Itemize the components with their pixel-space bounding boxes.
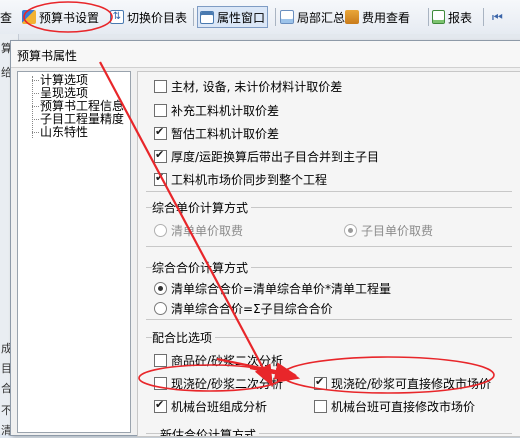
checkbox-label: 主材, 设备, 未计价材料计取价差 (171, 80, 343, 94)
switch-price-list-label: 切换价目表 (127, 10, 188, 25)
report-icon (432, 10, 445, 24)
radio-circle[interactable] (154, 302, 167, 315)
checkbox-label: 现浇砼/砂浆可直接修改市场价 (331, 377, 492, 391)
radio-total-by-sum[interactable]: 清单综合合价=Σ子目综合合价 (154, 300, 333, 317)
dialog-title: 预算书属性 (17, 49, 78, 63)
switch-price-list-button[interactable]: ⇅ 切换价目表 (110, 7, 187, 27)
checkbox-box[interactable] (154, 354, 167, 367)
report-label: 报表 (448, 10, 473, 25)
checkbox-box[interactable] (154, 148, 167, 163)
first-page-button[interactable]: ⏮ (492, 7, 503, 27)
total-price-group-title: 综合合价计算方式 (152, 259, 252, 276)
checkbox-machine-analysis[interactable]: 机械台班组成分析 (154, 398, 267, 415)
window-icon (200, 10, 214, 24)
checkbox-label: 商品砼/砂浆二次分析 (171, 354, 284, 368)
unit-price-group-title: 综合单价计算方式 (152, 199, 252, 216)
budget-settings-button[interactable]: 预算书设置 (22, 7, 99, 27)
budget-properties-dialog: 预算书属性 计算选项 呈现选项 预算书工程信息 子目工程量精度 山东特性 主材,… (10, 40, 520, 437)
toolbar: 查 预算书设置 ⇅ 切换价目表 属性窗口 局部汇总 费用查看 报表 ⏮ (0, 0, 520, 35)
budget-settings-label: 预算书设置 (39, 10, 100, 25)
dialog-title-bar[interactable]: 预算书属性 (11, 41, 520, 68)
sum-icon (280, 10, 294, 24)
mix-group-title: 配合比选项 (152, 329, 216, 346)
first-page-icon: ⏮ (492, 9, 503, 24)
fee-view-icon (345, 10, 359, 24)
checkbox-machine-edit-price[interactable]: 机械台班可直接修改市场价 (314, 398, 475, 415)
tree-item-shandong-features[interactable]: 山东特性 (40, 126, 88, 139)
checkbox-label: 机械台班可直接修改市场价 (331, 400, 476, 414)
settings-grid-icon (22, 10, 36, 24)
radio-label: 子目单价取费 (361, 224, 434, 238)
toolbar-left-stub-label: 查 (0, 10, 13, 25)
checkbox-merge-subitem[interactable]: 厚度/运距换算后带出子目合并到主子目 (154, 148, 379, 165)
options-tree: 计算选项 呈现选项 预算书工程信息 子目工程量精度 山东特性 (17, 71, 131, 433)
swap-arrows-icon: ⇅ (110, 10, 124, 24)
checkbox-cast-concrete-edit-price[interactable]: 现浇砼/砂浆可直接修改市场价 (314, 375, 491, 392)
partial-summary-button[interactable]: 局部汇总 (280, 7, 345, 27)
partial-summary-label: 局部汇总 (297, 10, 346, 25)
radio-circle[interactable] (344, 224, 357, 237)
radio-label: 清单综合合价=清单综合单价*清单工程量 (171, 282, 392, 296)
checkbox-box[interactable] (154, 80, 167, 93)
radio-circle[interactable] (154, 282, 167, 295)
radio-total-by-quantity[interactable]: 清单综合合价=清单综合单价*清单工程量 (154, 280, 391, 297)
radio-subitem-unit-price[interactable]: 子目单价取费 (344, 222, 433, 239)
calc-options-panel: 主材, 设备, 未计价材料计取价差 补充工料机计取价差 暂估工料机计取价差 厚度… (137, 71, 520, 437)
radio-list-unit-price[interactable]: 清单单价取费 (154, 222, 243, 239)
checkbox-label: 工料机市场价同步到整个工程 (171, 173, 328, 187)
checkbox-provisional-diff[interactable]: 暂估工料机计取价差 (154, 125, 279, 142)
checkbox-supplement-diff[interactable]: 补充工料机计取价差 (154, 102, 279, 119)
property-window-label: 属性窗口 (217, 10, 266, 25)
radio-circle[interactable] (154, 224, 167, 237)
checkbox-box[interactable] (154, 171, 167, 186)
checkbox-label: 暂估工料机计取价差 (171, 127, 280, 141)
checkbox-box[interactable] (314, 400, 327, 413)
checkbox-box[interactable] (314, 375, 327, 390)
checkbox-box[interactable] (154, 125, 167, 140)
checkbox-box[interactable] (154, 104, 167, 117)
checkbox-box[interactable] (154, 398, 167, 413)
checkbox-cast-concrete-analysis[interactable]: 现浇砼/砂浆二次分析 (154, 375, 283, 392)
checkbox-label: 机械台班组成分析 (171, 400, 268, 414)
checkbox-commercial-concrete[interactable]: 商品砼/砂浆二次分析 (154, 352, 283, 369)
next-group-title: 新估合价计算方式 (160, 426, 260, 436)
checkbox-label: 补充工料机计取价差 (171, 104, 280, 118)
fee-view-label: 费用查看 (362, 10, 411, 25)
radio-label: 清单单价取费 (171, 224, 244, 238)
checkbox-label: 厚度/运距换算后带出子目合并到主子目 (171, 150, 380, 164)
checkbox-sync-market-price[interactable]: 工料机市场价同步到整个工程 (154, 171, 327, 188)
property-window-button[interactable]: 属性窗口 (197, 6, 269, 28)
toolbar-left-stub[interactable]: 查 (0, 7, 12, 27)
checkbox-main-material-diff[interactable]: 主材, 设备, 未计价材料计取价差 (154, 78, 342, 95)
report-button[interactable]: 报表 (432, 7, 472, 27)
checkbox-label: 现浇砼/砂浆二次分析 (171, 377, 284, 391)
radio-label: 清单综合合价=Σ子目综合合价 (171, 302, 333, 316)
checkbox-box[interactable] (154, 377, 167, 390)
fee-view-button[interactable]: 费用查看 (345, 7, 410, 27)
